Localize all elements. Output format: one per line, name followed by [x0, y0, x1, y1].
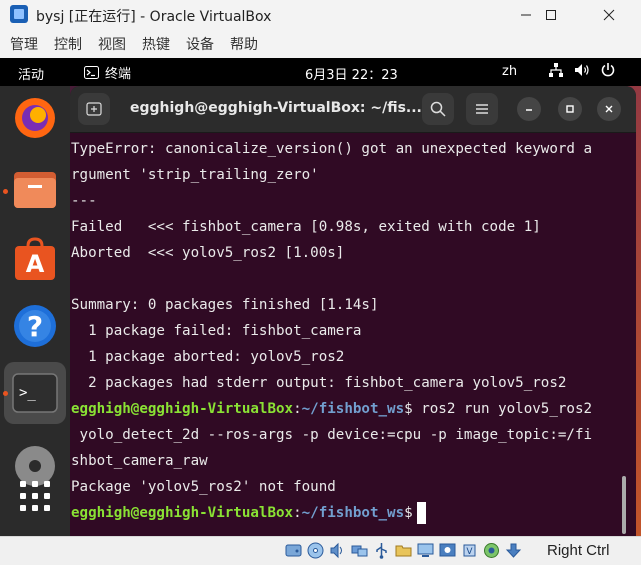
- close-icon: [603, 9, 615, 21]
- maximize-icon: [546, 10, 556, 20]
- terminal-line: Package 'yolov5_ros2' not found: [71, 479, 336, 495]
- terminal-minimize-button[interactable]: [517, 97, 541, 121]
- close-button[interactable]: [586, 0, 632, 30]
- new-tab-icon: [86, 102, 102, 116]
- hard-disk-icon[interactable]: [284, 541, 303, 560]
- dock-show-apps[interactable]: [10, 471, 60, 521]
- menu-button[interactable]: [466, 93, 498, 125]
- shared-folders-icon[interactable]: [394, 541, 413, 560]
- terminal-line: Failed <<< fishbot_camera [0.98s, exited…: [71, 219, 541, 235]
- system-tray[interactable]: [548, 62, 616, 78]
- power-icon: [601, 63, 615, 77]
- window-title: bysj [正在运行] - Oracle VirtualBox: [36, 9, 272, 25]
- menu-manage[interactable]: 管理: [10, 34, 38, 54]
- terminal-output[interactable]: TypeError: canonicalize_version() got an…: [71, 136, 627, 526]
- show-apps-icon: [20, 481, 50, 511]
- terminal-small-icon: [84, 66, 99, 79]
- host-key-label: Right Ctrl: [547, 542, 610, 559]
- help-icon: ?: [14, 305, 56, 347]
- terminal-maximize-button[interactable]: [558, 97, 582, 121]
- gnome-topbar: 活动 终端 6月3日 22：23 zh: [0, 58, 641, 86]
- mouse-integration-icon[interactable]: [504, 541, 523, 560]
- video-capture-icon[interactable]: [438, 541, 457, 560]
- new-tab-button[interactable]: [78, 93, 110, 125]
- usb-icon[interactable]: [372, 541, 391, 560]
- guest-display[interactable]: 活动 终端 6月3日 22：23 zh A ? >_ egghigh@egghi…: [0, 58, 641, 536]
- audio-icon[interactable]: [328, 541, 347, 560]
- dock-firefox[interactable]: [10, 93, 60, 143]
- minimize-icon: [526, 109, 532, 111]
- terminal-line: rgument 'strip_trailing_zero': [71, 167, 319, 183]
- firefox-icon: [15, 98, 55, 138]
- svg-text:V: V: [466, 547, 473, 557]
- hamburger-icon: [476, 104, 488, 114]
- volume-icon: [575, 64, 589, 76]
- terminal-line: shbot_camera_raw: [71, 453, 208, 469]
- vbox-statusbar: V Right Ctrl: [0, 536, 641, 565]
- prompt-separator: :: [293, 505, 302, 521]
- app-menu[interactable]: 终端: [84, 63, 131, 82]
- activities-button[interactable]: 活动: [18, 64, 44, 83]
- terminal-line: yolo_detect_2d --ros-args -p device:=cpu…: [71, 427, 593, 443]
- maximize-button[interactable]: [528, 0, 574, 30]
- clock[interactable]: 6月3日 22：23: [305, 64, 398, 83]
- svg-text:A: A: [26, 250, 45, 278]
- terminal-line: Summary: 0 packages finished [1.14s]: [71, 297, 379, 313]
- menu-help[interactable]: 帮助: [230, 34, 258, 54]
- prompt-user: egghigh@egghigh-VirtualBox: [71, 401, 294, 417]
- prompt-dollar: $: [404, 505, 413, 521]
- ubuntu-dock: A ? >_: [0, 86, 70, 536]
- maximize-icon: [566, 105, 574, 113]
- terminal-line: ---: [71, 193, 97, 209]
- prompt-path: ~/fishbot_ws: [301, 401, 405, 417]
- virtualbox-app-icon: [10, 5, 28, 23]
- menu-view[interactable]: 视图: [98, 34, 126, 54]
- dock-app-center[interactable]: A: [10, 234, 60, 284]
- text-cursor: [416, 502, 426, 524]
- dock-help[interactable]: ?: [10, 301, 60, 351]
- search-button[interactable]: [422, 93, 454, 125]
- input-method-indicator[interactable]: zh: [502, 64, 517, 79]
- prompt-user: egghigh@egghigh-VirtualBox: [71, 505, 294, 521]
- network-icon: [549, 63, 563, 77]
- terminal-line: 1 package aborted: yolov5_ros2: [71, 349, 345, 365]
- app-center-icon: A: [15, 237, 55, 280]
- prompt-line: egghigh@egghigh-VirtualBox:~/fishbot_ws$: [71, 500, 627, 526]
- search-icon: [430, 101, 446, 117]
- close-icon: [605, 105, 613, 113]
- terminal-window[interactable]: egghigh@egghigh-VirtualBox: ~/fis... Typ…: [70, 86, 636, 536]
- menu-devices[interactable]: 设备: [186, 34, 214, 54]
- dock-terminal[interactable]: >_: [10, 368, 60, 418]
- cpu-icon[interactable]: V: [460, 541, 479, 560]
- dock-files[interactable]: [10, 164, 60, 214]
- terminal-title: egghigh@egghigh-VirtualBox: ~/fis...: [130, 100, 422, 116]
- display-icon[interactable]: [416, 541, 435, 560]
- host-titlebar: bysj [正在运行] - Oracle VirtualBox: [0, 0, 641, 30]
- prompt-path: ~/fishbot_ws: [301, 505, 405, 521]
- svg-text:>_: >_: [19, 385, 36, 401]
- terminal-headerbar: egghigh@egghigh-VirtualBox: ~/fis...: [70, 86, 636, 133]
- optical-drive-icon[interactable]: [306, 541, 325, 560]
- app-menu-label: 终端: [105, 67, 132, 82]
- menu-hotkeys[interactable]: 热键: [142, 34, 170, 54]
- menu-control[interactable]: 控制: [54, 34, 82, 54]
- terminal-close-button[interactable]: [597, 97, 621, 121]
- terminal-line: Aborted <<< yolov5_ros2 [1.00s]: [71, 245, 345, 261]
- prompt-line: egghigh@egghigh-VirtualBox:~/fishbot_ws$…: [71, 396, 627, 422]
- prompt-separator: :: [293, 401, 302, 417]
- prompt-command: $ ros2 run yolov5_ros2: [404, 401, 593, 417]
- terminal-line: TypeError: canonicalize_version() got an…: [71, 141, 593, 157]
- terminal-line: 2 packages had stderr output: fishbot_ca…: [71, 375, 567, 391]
- vbox-menubar: 管理 控制 视图 热键 设备 帮助: [0, 30, 641, 58]
- network-icon[interactable]: [350, 541, 369, 560]
- terminal-scrollbar[interactable]: [622, 476, 626, 534]
- virtualization-icon[interactable]: [482, 541, 501, 560]
- files-icon: [14, 172, 56, 208]
- status-icons: V: [284, 541, 523, 560]
- svg-text:?: ?: [27, 310, 43, 343]
- terminal-icon: >_: [12, 373, 58, 413]
- terminal-line: 1 package failed: fishbot_camera: [71, 323, 362, 339]
